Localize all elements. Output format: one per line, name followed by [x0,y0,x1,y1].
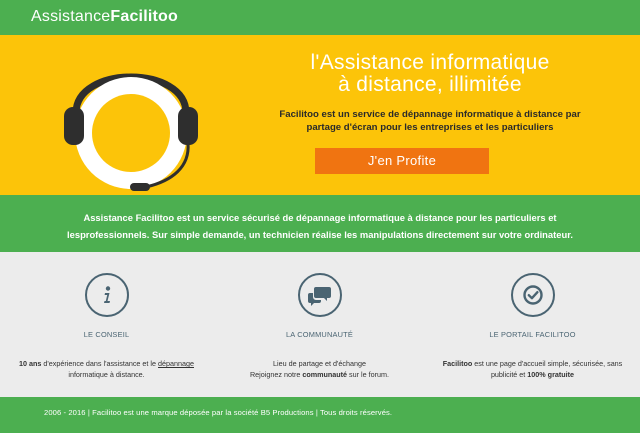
info-icon[interactable] [85,273,129,317]
feature-title[interactable]: LE CONSEIL [0,330,213,339]
feature-desc-line2: informatique à distance. [68,370,145,379]
hero-title-line1: l'Assistance informatique [310,51,550,74]
hero-title-line2: à distance, illimitée [338,73,522,96]
feature-desc-text: Rejoignez notre [249,370,303,379]
feature-title[interactable]: LA COMMUNAUTÉ [213,330,426,339]
feature-desc-text: sur le forum. [347,370,390,379]
logo-text-bold: Facilitoo [110,8,178,25]
logo-text-light: Assistance [31,8,111,25]
feature-desc-bold: Facilitoo [442,359,473,368]
feature-title[interactable]: LE PORTAIL FACILITOO [426,330,639,339]
feature-description: 10 ans d'expérience dans l'assistance et… [6,358,207,380]
depannage-link[interactable]: dépannage [158,359,194,368]
hero-title: l'Assistance informatique à distance, il… [240,52,620,96]
feature-desc-text: publicité et [490,370,528,379]
site-logo[interactable]: AssistanceFacilitoo [31,8,178,26]
feature-portail: LE PORTAIL FACILITOO Facilitoo est une p… [426,252,639,397]
feature-description: Lieu de partage et d'échange Rejoignez n… [219,358,420,380]
intro-text-line1: Assistance Facilitoo est un service sécu… [83,212,557,223]
features-section: LE CONSEIL 10 ans d'expérience dans l'as… [0,252,640,397]
hero-section: l'Assistance informatique à distance, il… [0,35,640,195]
hero-description-line2: partage d'écran pour les entreprises et … [306,122,554,133]
site-header: AssistanceFacilitoo [0,0,640,35]
feature-desc-bold: 10 ans [19,359,42,368]
feature-communaute: LA COMMUNAUTÉ Lieu de partage et d'échan… [213,252,426,397]
feature-desc-text: est une page d'accueil simple, sécurisée… [472,359,623,368]
intro-text: Assistance Facilitoo est un service sécu… [30,209,610,243]
intro-section: Assistance Facilitoo est un service sécu… [0,195,640,252]
feature-desc-text: d'expérience dans l'assistance et le [41,359,159,368]
hero-description-line1: Facilitoo est un service de dépannage in… [279,109,581,120]
check-glyph [523,285,543,305]
headset-icon [64,73,198,191]
chat-bubbles-icon[interactable] [298,273,342,317]
feature-desc-line1: Lieu de partage et d'échange [273,359,366,368]
footer-copyright: 2006 - 2016 | Facilitoo est une marque d… [44,408,393,417]
feature-desc-bold: 100% gratuite [527,370,575,379]
check-circle-icon[interactable] [511,273,555,317]
chat-glyph [308,287,331,306]
intro-text-line2: lesprofessionnels. Sur simple demande, u… [67,229,573,240]
feature-conseil: LE CONSEIL 10 ans d'expérience dans l'as… [0,252,213,397]
hero-description: Facilitoo est un service de dépannage in… [240,108,620,134]
site-footer: 2006 - 2016 | Facilitoo est une marque d… [0,397,640,433]
communaute-link[interactable]: communauté [302,370,347,379]
feature-description: Facilitoo est une page d'accueil simple,… [432,358,633,380]
info-glyph [104,286,111,303]
jen-profite-button[interactable]: J'en Profite [315,148,489,174]
